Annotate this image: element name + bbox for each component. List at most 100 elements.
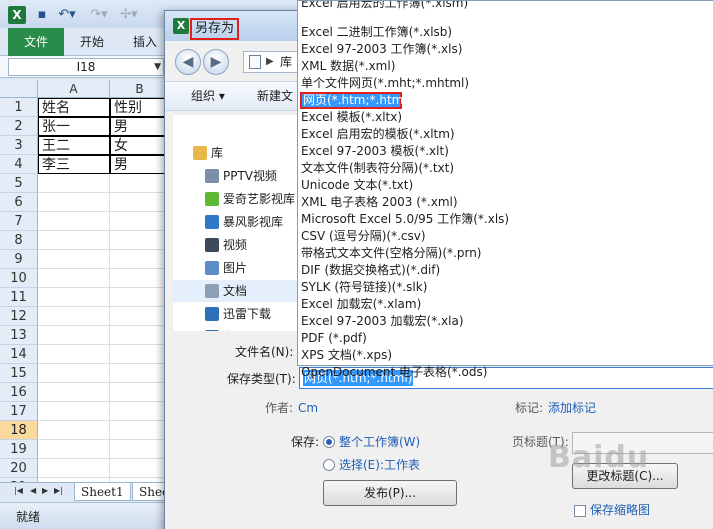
nav-item[interactable]: 图片 — [173, 257, 297, 279]
filetype-option[interactable]: Excel 97-2003 模板(*.xlt) — [298, 143, 713, 160]
grid-cell[interactable] — [38, 288, 110, 307]
row-header[interactable]: 5 — [0, 174, 38, 193]
save-icon[interactable]: ▪ — [34, 6, 50, 24]
row-header[interactable]: 10 — [0, 269, 38, 288]
grid-cell[interactable] — [38, 307, 110, 326]
grid-cell[interactable] — [110, 459, 170, 478]
filetype-option[interactable]: XPS 文档(*.xps) — [298, 347, 713, 364]
row-header[interactable]: 3 — [0, 136, 38, 155]
nav-item[interactable]: 库 — [173, 142, 297, 164]
back-icon[interactable]: ◀ — [175, 49, 201, 75]
grid-cell[interactable] — [110, 402, 170, 421]
grid-cell[interactable] — [110, 174, 170, 193]
filetype-option[interactable]: 带格式文本文件(空格分隔)(*.prn) — [298, 245, 713, 262]
grid-cell[interactable] — [38, 212, 110, 231]
grid-cell[interactable] — [110, 421, 170, 440]
grid-cell[interactable] — [110, 288, 170, 307]
filetype-option[interactable]: Unicode 文本(*.txt) — [298, 177, 713, 194]
filetype-option[interactable]: 文本文件(制表符分隔)(*.txt) — [298, 160, 713, 177]
grid-cell[interactable] — [38, 364, 110, 383]
grid-cell[interactable]: 王二 — [38, 136, 110, 155]
filetype-option[interactable]: XML 数据(*.xml) — [298, 58, 713, 75]
radio-entire-workbook-label[interactable]: 整个工作簿(W) — [339, 434, 420, 450]
row-header[interactable]: 20 — [0, 459, 38, 478]
row-header[interactable]: 6 — [0, 193, 38, 212]
tab-file[interactable]: 文件 — [8, 28, 64, 56]
filetype-option[interactable]: Microsoft Excel 5.0/95 工作簿(*.xls) — [298, 211, 713, 228]
grid-cell[interactable] — [38, 174, 110, 193]
grid-cell[interactable]: 男 — [110, 155, 170, 174]
worksheet-grid[interactable]: A B 1 姓名 性别 2 张一男 3 王二女 4 李三男 5 6 7 8 9 10 11 12 13 14 15 16 17… — [0, 80, 170, 497]
filetype-option[interactable]: Excel 二进制工作簿(*.xlsb) — [298, 24, 713, 41]
row-header[interactable]: 17 — [0, 402, 38, 421]
grid-cell[interactable] — [38, 269, 110, 288]
filetype-option[interactable]: PDF (*.pdf) — [298, 330, 713, 347]
row-header[interactable]: 13 — [0, 326, 38, 345]
column-header[interactable]: B — [110, 80, 170, 98]
row-header[interactable]: 19 — [0, 440, 38, 459]
breadcrumb-chevron-icon[interactable]: ▶ — [266, 56, 274, 67]
nav-item[interactable]: 音乐 — [173, 326, 297, 331]
grid-cell[interactable] — [110, 383, 170, 402]
grid-cell[interactable] — [110, 231, 170, 250]
tags-value[interactable]: 添加标记 — [548, 400, 596, 416]
name-box[interactable]: I18 ▼ — [8, 58, 164, 76]
organize-button[interactable]: 组织 ▾ — [191, 88, 225, 104]
row-header[interactable]: 16 — [0, 383, 38, 402]
grid-cell[interactable] — [110, 345, 170, 364]
grid-cell[interactable] — [110, 326, 170, 345]
prev-sheet-icon[interactable]: ◀ — [30, 486, 36, 495]
row-header[interactable]: 4 — [0, 155, 38, 174]
filetype-option[interactable]: OpenDocument 电子表格(*.ods) — [298, 364, 713, 381]
nav-item[interactable]: 视频 — [173, 234, 297, 256]
nav-item[interactable]: 迅雷下载 — [173, 303, 297, 325]
redo-icon[interactable]: ↷▾ — [88, 6, 110, 24]
grid-cell[interactable] — [110, 193, 170, 212]
radio-entire-workbook[interactable] — [323, 436, 335, 448]
nav-item[interactable]: 爱奇艺影视库 — [173, 188, 297, 210]
filetype-option[interactable]: Excel 启用宏的工作簿(*.xlsm) — [298, 1, 713, 12]
last-sheet-icon[interactable]: ▶| — [54, 486, 63, 495]
author-value[interactable]: Cm — [298, 400, 318, 416]
row-header[interactable]: 18 — [0, 421, 38, 440]
chevron-down-icon[interactable]: ▼ — [154, 59, 161, 75]
filetype-option[interactable]: DIF (数据交换格式)(*.dif) — [298, 262, 713, 279]
grid-cell[interactable] — [110, 212, 170, 231]
grid-cell[interactable]: 女 — [110, 136, 170, 155]
select-all-corner[interactable] — [0, 80, 38, 98]
filetype-option[interactable]: XML 电子表格 2003 (*.xml) — [298, 194, 713, 211]
nav-item[interactable]: PPTV视频 — [173, 165, 297, 187]
grid-cell[interactable] — [110, 250, 170, 269]
grid-cell[interactable] — [38, 440, 110, 459]
grid-cell[interactable] — [38, 459, 110, 478]
row-header[interactable]: 12 — [0, 307, 38, 326]
grid-cell[interactable] — [38, 345, 110, 364]
filetype-dropdown-list[interactable]: Excel 启用宏的工作簿(*.xlsm) Excel 二进制工作簿(*.xlsb… — [297, 0, 713, 379]
customize-icon[interactable]: ✢▾ — [118, 6, 140, 24]
forward-icon[interactable]: ▶ — [203, 49, 229, 75]
undo-icon[interactable]: ↶▾ — [56, 6, 78, 24]
filetype-option[interactable]: Excel 启用宏的模板(*.xltm) — [298, 126, 713, 143]
filetype-option[interactable]: Excel 模板(*.xltx) — [298, 109, 713, 126]
next-sheet-icon[interactable]: ▶ — [42, 486, 48, 495]
tab-insert[interactable]: 插入 — [133, 28, 157, 56]
filetype-option[interactable]: 网页(*.htm;*.html) — [300, 92, 411, 109]
grid-cell[interactable] — [38, 193, 110, 212]
grid-cell[interactable] — [38, 326, 110, 345]
nav-item[interactable]: 文档 — [173, 280, 297, 302]
row-header[interactable]: 14 — [0, 345, 38, 364]
column-header[interactable]: A — [38, 80, 110, 98]
thumbnail-label[interactable]: 保存缩略图 — [590, 502, 650, 518]
radio-selection-label[interactable]: 选择(E):工作表 — [339, 457, 420, 473]
grid-cell[interactable]: 姓名 — [38, 98, 110, 117]
filetype-option[interactable]: Excel 加载宏(*.xlam) — [298, 296, 713, 313]
grid-cell[interactable] — [110, 307, 170, 326]
tab-home[interactable]: 开始 — [80, 28, 104, 56]
first-sheet-icon[interactable]: |◀ — [14, 486, 23, 495]
thumbnail-checkbox[interactable] — [574, 505, 586, 517]
filetype-option[interactable]: 单个文件网页(*.mht;*.mhtml) — [298, 75, 713, 92]
sheet-tab-1[interactable]: Sheet1 — [74, 483, 131, 501]
grid-cell[interactable] — [38, 402, 110, 421]
nav-item[interactable]: 暴风影视库 — [173, 211, 297, 233]
grid-cell[interactable]: 男 — [110, 117, 170, 136]
